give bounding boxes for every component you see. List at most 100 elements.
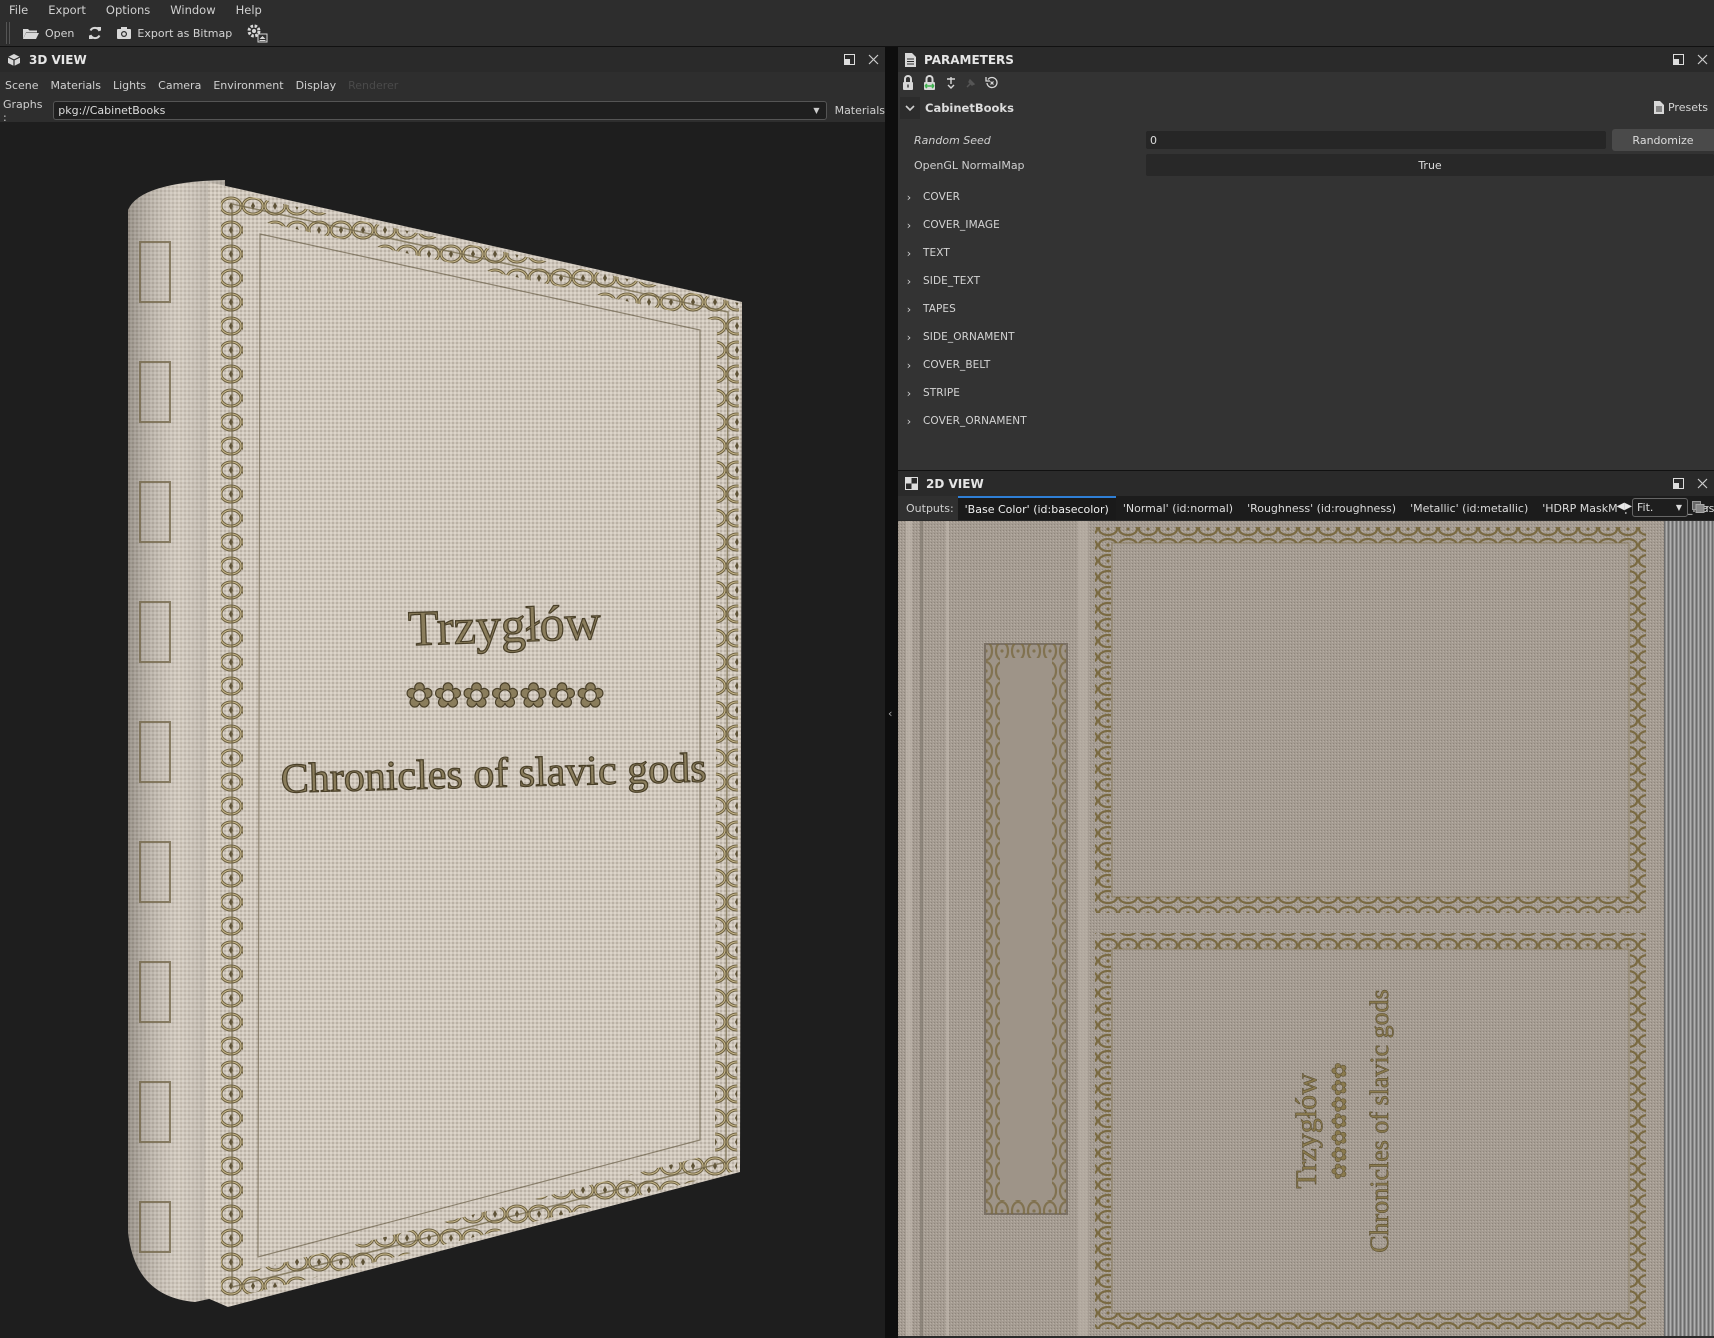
parameters-header: PARAMETERS (898, 47, 1714, 72)
page-edges (1664, 521, 1714, 1336)
menu-help[interactable]: Help (227, 3, 273, 17)
chevron-down-icon: ▼ (1675, 503, 1682, 512)
menu-options[interactable]: Options (97, 3, 161, 17)
folder-open-icon (23, 28, 39, 39)
chevron-right-icon: › (906, 218, 912, 232)
zoom-mode-value: Fit. (1637, 501, 1654, 514)
book-3d-render: Trzygłów ✿✿✿✿✿✿✿ Chronicles of slavic go… (128, 180, 742, 1307)
view-3d-menu: Scene Materials Lights Camera Environmen… (0, 72, 885, 99)
cube-icon (7, 53, 21, 67)
menu-display[interactable]: Display (296, 79, 337, 92)
camera-icon (117, 27, 132, 39)
chevron-down-icon[interactable] (900, 97, 920, 119)
random-seed-input[interactable]: 0 (1146, 131, 1606, 149)
menu-lights[interactable]: Lights (113, 79, 146, 92)
close-panel-button[interactable] (1690, 478, 1714, 489)
undock-button[interactable] (837, 54, 861, 65)
param-random-seed: Random Seed 0 Randomize (898, 129, 1714, 151)
group-stripe[interactable]: › STRIPE (898, 383, 960, 403)
undock-icon (843, 54, 855, 65)
group-side-text[interactable]: › SIDE_TEXT (898, 271, 980, 291)
undock-button[interactable] (1666, 54, 1690, 65)
menu-window[interactable]: Window (161, 3, 226, 17)
group-tapes[interactable]: › TAPES (898, 299, 956, 319)
pin-button (965, 77, 977, 92)
chevron-right-icon: › (906, 190, 912, 204)
menu-export[interactable]: Export (39, 3, 97, 17)
parameters-panel: PARAMETERS CabinetBooks Presets Random S… (898, 47, 1714, 470)
view-options-button[interactable] (1692, 501, 1710, 516)
toolbar: Open Export as Bitmap (0, 20, 1714, 47)
graph-select[interactable]: pkg://CabinetBooks ▼ (53, 101, 827, 120)
link-down-icon (947, 76, 955, 89)
chevron-right-icon: › (906, 414, 912, 428)
lock-sync-button[interactable] (922, 75, 937, 93)
opengl-normalmap-toggle[interactable]: True (1146, 154, 1714, 176)
graphs-label: Graphs : (3, 97, 43, 124)
output-tab-metallic[interactable]: 'Metallic' (id:metallic) (1403, 496, 1536, 520)
texture-title: Trzygłów (1290, 1073, 1323, 1189)
zoom-mode-select[interactable]: Fit. ▼ (1632, 498, 1688, 517)
view-3d-title: 3D VIEW (29, 52, 87, 67)
cover-title: Trzygłów (407, 594, 601, 657)
chevron-down-icon: ▼ (813, 106, 820, 115)
undock-button[interactable] (1666, 478, 1690, 489)
view-2d-panel: 2D VIEW Outputs: 'Base Color' (id:baseco… (898, 470, 1714, 1338)
export-bitmap-button[interactable]: Export as Bitmap (116, 26, 232, 40)
randomize-button[interactable]: Randomize (1612, 129, 1714, 151)
lock-button[interactable] (902, 75, 914, 93)
menu-bar: File Export Options Window Help (0, 0, 1714, 20)
parameters-toolbar (898, 72, 1714, 96)
close-panel-button[interactable] (1690, 54, 1714, 65)
output-tab-normal[interactable]: 'Normal' (id:normal) (1115, 496, 1241, 520)
group-cover-ornament[interactable]: › COVER_ORNAMENT (898, 411, 1027, 431)
tab-scroll-arrows[interactable]: ◀▶ (1616, 501, 1632, 512)
chevron-right-icon: › (906, 330, 912, 344)
menu-environment[interactable]: Environment (213, 79, 283, 92)
output-tab-roughness[interactable]: 'Roughness' (id:roughness) (1240, 496, 1404, 520)
graph-name: CabinetBooks (925, 101, 1014, 115)
close-icon (1697, 54, 1707, 65)
menu-file[interactable]: File (0, 3, 39, 17)
chevron-left-icon[interactable]: ‹ (888, 707, 892, 720)
spine-ornament-band (984, 643, 1068, 1215)
menu-materials[interactable]: Materials (51, 79, 101, 92)
output-tab-basecolor[interactable]: 'Base Color' (id:basecolor) (957, 496, 1116, 520)
settings-button[interactable] (246, 23, 268, 43)
random-seed-label: Random Seed (914, 133, 991, 147)
view-2d-title: 2D VIEW (926, 476, 984, 491)
group-cover-belt[interactable]: › COVER_BELT (898, 355, 991, 375)
panel-splitter[interactable]: ‹ (885, 47, 898, 1338)
outputs-label: Outputs: (906, 501, 954, 515)
group-cover-image[interactable]: › COVER_IMAGE (898, 215, 1000, 235)
reload-button[interactable] (88, 26, 102, 40)
viewport-3d[interactable]: Trzygłów ✿✿✿✿✿✿✿ Chronicles of slavic go… (0, 122, 885, 1338)
presets-button[interactable]: Presets (1653, 101, 1708, 114)
close-icon (1697, 478, 1707, 489)
menu-camera[interactable]: Camera (158, 79, 201, 92)
link-button[interactable] (945, 76, 957, 93)
open-label: Open (45, 26, 75, 40)
param-opengl-normalmap: OpenGL NormalMap True (898, 154, 1714, 176)
materials-label[interactable]: Materials (835, 104, 885, 117)
front-cover-panel: Trzygłów ✿✿✿✿✿✿✿ Chronicles of slavic go… (1091, 929, 1646, 1336)
back-cover-panel (1091, 521, 1646, 917)
chevron-right-icon: › (906, 246, 912, 260)
graphs-row: Graphs : pkg://CabinetBooks ▼ Materials (0, 97, 885, 124)
close-panel-button[interactable] (861, 54, 885, 65)
toolbar-grip[interactable] (6, 22, 10, 44)
graph-section-header[interactable]: CabinetBooks Presets (898, 96, 1714, 120)
close-icon (868, 54, 878, 65)
group-cover[interactable]: › COVER (898, 187, 960, 207)
opengl-normalmap-label: OpenGL NormalMap (914, 158, 1025, 172)
texture-canvas-2d[interactable]: Trzygłów ✿✿✿✿✿✿✿ Chronicles of slavic go… (898, 521, 1714, 1336)
open-button[interactable]: Open (22, 27, 74, 40)
menu-scene[interactable]: Scene (5, 79, 39, 92)
menu-renderer: Renderer (348, 79, 399, 92)
undock-icon (1672, 478, 1684, 489)
group-text[interactable]: › TEXT (898, 243, 950, 263)
refresh-icon (89, 26, 102, 40)
group-side-ornament[interactable]: › SIDE_ORNAMENT (898, 327, 1015, 347)
reset-button[interactable] (985, 76, 999, 93)
basecolor-texture: Trzygłów ✿✿✿✿✿✿✿ Chronicles of slavic go… (898, 521, 1714, 1336)
